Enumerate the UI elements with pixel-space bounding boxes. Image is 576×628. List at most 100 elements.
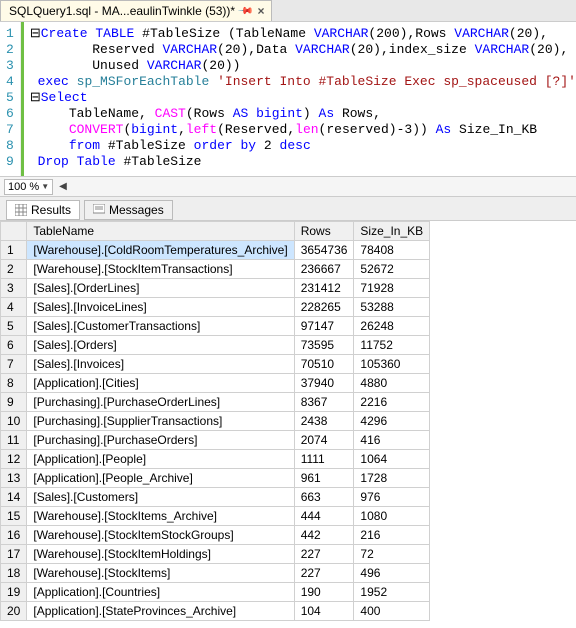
code-line[interactable]: exec sp_MSForEachTable 'Insert Into #Tab… xyxy=(30,74,576,90)
cell-tablename[interactable]: [Purchasing].[SupplierTransactions] xyxy=(27,412,294,431)
row-number-cell[interactable]: 13 xyxy=(1,469,27,488)
cell-size[interactable]: 78408 xyxy=(354,241,430,260)
cell-tablename[interactable]: [Sales].[Invoices] xyxy=(27,355,294,374)
cell-tablename[interactable]: [Warehouse].[StockItemTransactions] xyxy=(27,260,294,279)
code-line[interactable]: ⊟Select xyxy=(30,90,576,106)
cell-rows[interactable]: 104 xyxy=(294,602,354,621)
column-header[interactable]: Rows xyxy=(294,222,354,241)
header-corner[interactable] xyxy=(1,222,27,241)
cell-rows[interactable]: 231412 xyxy=(294,279,354,298)
cell-rows[interactable]: 190 xyxy=(294,583,354,602)
table-row[interactable]: 4[Sales].[InvoiceLines]22826553288 xyxy=(1,298,430,317)
row-number-cell[interactable]: 5 xyxy=(1,317,27,336)
cell-tablename[interactable]: [Warehouse].[StockItems] xyxy=(27,564,294,583)
row-number-cell[interactable]: 7 xyxy=(1,355,27,374)
cell-size[interactable]: 72 xyxy=(354,545,430,564)
row-number-cell[interactable]: 11 xyxy=(1,431,27,450)
table-row[interactable]: 20[Application].[StateProvinces_Archive]… xyxy=(1,602,430,621)
code-line[interactable]: from #TableSize order by 2 desc xyxy=(30,138,576,154)
cell-size[interactable]: 496 xyxy=(354,564,430,583)
cell-rows[interactable]: 228265 xyxy=(294,298,354,317)
table-row[interactable]: 2[Warehouse].[StockItemTransactions]2366… xyxy=(1,260,430,279)
cell-rows[interactable]: 37940 xyxy=(294,374,354,393)
row-number-cell[interactable]: 6 xyxy=(1,336,27,355)
column-header[interactable]: TableName xyxy=(27,222,294,241)
table-row[interactable]: 12[Application].[People]11111064 xyxy=(1,450,430,469)
cell-rows[interactable]: 2438 xyxy=(294,412,354,431)
code-line[interactable]: Drop Table #TableSize xyxy=(30,154,576,170)
table-row[interactable]: 5[Sales].[CustomerTransactions]971472624… xyxy=(1,317,430,336)
table-row[interactable]: 9[Purchasing].[PurchaseOrderLines]836722… xyxy=(1,393,430,412)
nav-arrow-icon[interactable]: ◀ xyxy=(59,181,67,192)
cell-size[interactable]: 1952 xyxy=(354,583,430,602)
cell-rows[interactable]: 70510 xyxy=(294,355,354,374)
cell-rows[interactable]: 961 xyxy=(294,469,354,488)
cell-tablename[interactable]: [Sales].[OrderLines] xyxy=(27,279,294,298)
code-area[interactable]: ⊟Create TABLE #TableSize (TableName VARC… xyxy=(26,22,576,176)
cell-rows[interactable]: 227 xyxy=(294,545,354,564)
cell-size[interactable]: 71928 xyxy=(354,279,430,298)
pin-icon[interactable]: 📌 xyxy=(237,3,254,20)
cell-tablename[interactable]: [Application].[People] xyxy=(27,450,294,469)
code-line[interactable]: CONVERT(bigint,left(Reserved,len(reserve… xyxy=(30,122,576,138)
cell-tablename[interactable]: [Application].[Cities] xyxy=(27,374,294,393)
document-tab[interactable]: SQLQuery1.sql - MA...eaulinTwinkle (53))… xyxy=(0,0,272,21)
row-number-cell[interactable]: 4 xyxy=(1,298,27,317)
table-row[interactable]: 10[Purchasing].[SupplierTransactions]243… xyxy=(1,412,430,431)
cell-rows[interactable]: 227 xyxy=(294,564,354,583)
row-number-cell[interactable]: 17 xyxy=(1,545,27,564)
table-row[interactable]: 14[Sales].[Customers]663976 xyxy=(1,488,430,507)
cell-tablename[interactable]: [Application].[StateProvinces_Archive] xyxy=(27,602,294,621)
cell-size[interactable]: 1064 xyxy=(354,450,430,469)
cell-size[interactable]: 4296 xyxy=(354,412,430,431)
cell-tablename[interactable]: [Sales].[Orders] xyxy=(27,336,294,355)
cell-tablename[interactable]: [Warehouse].[StockItems_Archive] xyxy=(27,507,294,526)
cell-rows[interactable]: 236667 xyxy=(294,260,354,279)
cell-rows[interactable]: 444 xyxy=(294,507,354,526)
row-number-cell[interactable]: 18 xyxy=(1,564,27,583)
table-row[interactable]: 19[Application].[Countries]1901952 xyxy=(1,583,430,602)
table-row[interactable]: 7[Sales].[Invoices]70510105360 xyxy=(1,355,430,374)
close-icon[interactable]: × xyxy=(258,4,265,18)
row-number-cell[interactable]: 16 xyxy=(1,526,27,545)
cell-rows[interactable]: 73595 xyxy=(294,336,354,355)
row-number-cell[interactable]: 8 xyxy=(1,374,27,393)
cell-rows[interactable]: 97147 xyxy=(294,317,354,336)
table-row[interactable]: 11[Purchasing].[PurchaseOrders]2074416 xyxy=(1,431,430,450)
code-line[interactable]: Reserved VARCHAR(20),Data VARCHAR(20),in… xyxy=(30,42,576,58)
code-line[interactable]: Unused VARCHAR(20)) xyxy=(30,58,576,74)
row-number-cell[interactable]: 20 xyxy=(1,602,27,621)
code-line[interactable]: TableName, CAST(Rows AS bigint) As Rows, xyxy=(30,106,576,122)
code-line[interactable]: ⊟Create TABLE #TableSize (TableName VARC… xyxy=(30,26,576,42)
cell-tablename[interactable]: [Warehouse].[StockItemStockGroups] xyxy=(27,526,294,545)
row-number-cell[interactable]: 19 xyxy=(1,583,27,602)
zoom-dropdown[interactable]: 100 % ▼ xyxy=(4,179,53,195)
row-number-cell[interactable]: 10 xyxy=(1,412,27,431)
tab-messages[interactable]: Messages xyxy=(84,200,173,220)
cell-size[interactable]: 216 xyxy=(354,526,430,545)
cell-size[interactable]: 52672 xyxy=(354,260,430,279)
table-row[interactable]: 8[Application].[Cities]379404880 xyxy=(1,374,430,393)
table-row[interactable]: 6[Sales].[Orders]7359511752 xyxy=(1,336,430,355)
table-row[interactable]: 15[Warehouse].[StockItems_Archive]444108… xyxy=(1,507,430,526)
cell-size[interactable]: 1080 xyxy=(354,507,430,526)
cell-rows[interactable]: 2074 xyxy=(294,431,354,450)
cell-rows[interactable]: 3654736 xyxy=(294,241,354,260)
cell-tablename[interactable]: [Sales].[InvoiceLines] xyxy=(27,298,294,317)
cell-size[interactable]: 976 xyxy=(354,488,430,507)
row-number-cell[interactable]: 15 xyxy=(1,507,27,526)
row-number-cell[interactable]: 1 xyxy=(1,241,27,260)
row-number-cell[interactable]: 2 xyxy=(1,260,27,279)
cell-size[interactable]: 2216 xyxy=(354,393,430,412)
row-number-cell[interactable]: 12 xyxy=(1,450,27,469)
cell-rows[interactable]: 663 xyxy=(294,488,354,507)
row-number-cell[interactable]: 3 xyxy=(1,279,27,298)
row-number-cell[interactable]: 14 xyxy=(1,488,27,507)
sql-editor[interactable]: 123456789 ⊟Create TABLE #TableSize (Tabl… xyxy=(0,22,576,177)
cell-size[interactable]: 400 xyxy=(354,602,430,621)
table-row[interactable]: 16[Warehouse].[StockItemStockGroups]4422… xyxy=(1,526,430,545)
cell-size[interactable]: 1728 xyxy=(354,469,430,488)
cell-tablename[interactable]: [Sales].[CustomerTransactions] xyxy=(27,317,294,336)
table-row[interactable]: 3[Sales].[OrderLines]23141271928 xyxy=(1,279,430,298)
tab-results[interactable]: Results xyxy=(6,200,80,220)
